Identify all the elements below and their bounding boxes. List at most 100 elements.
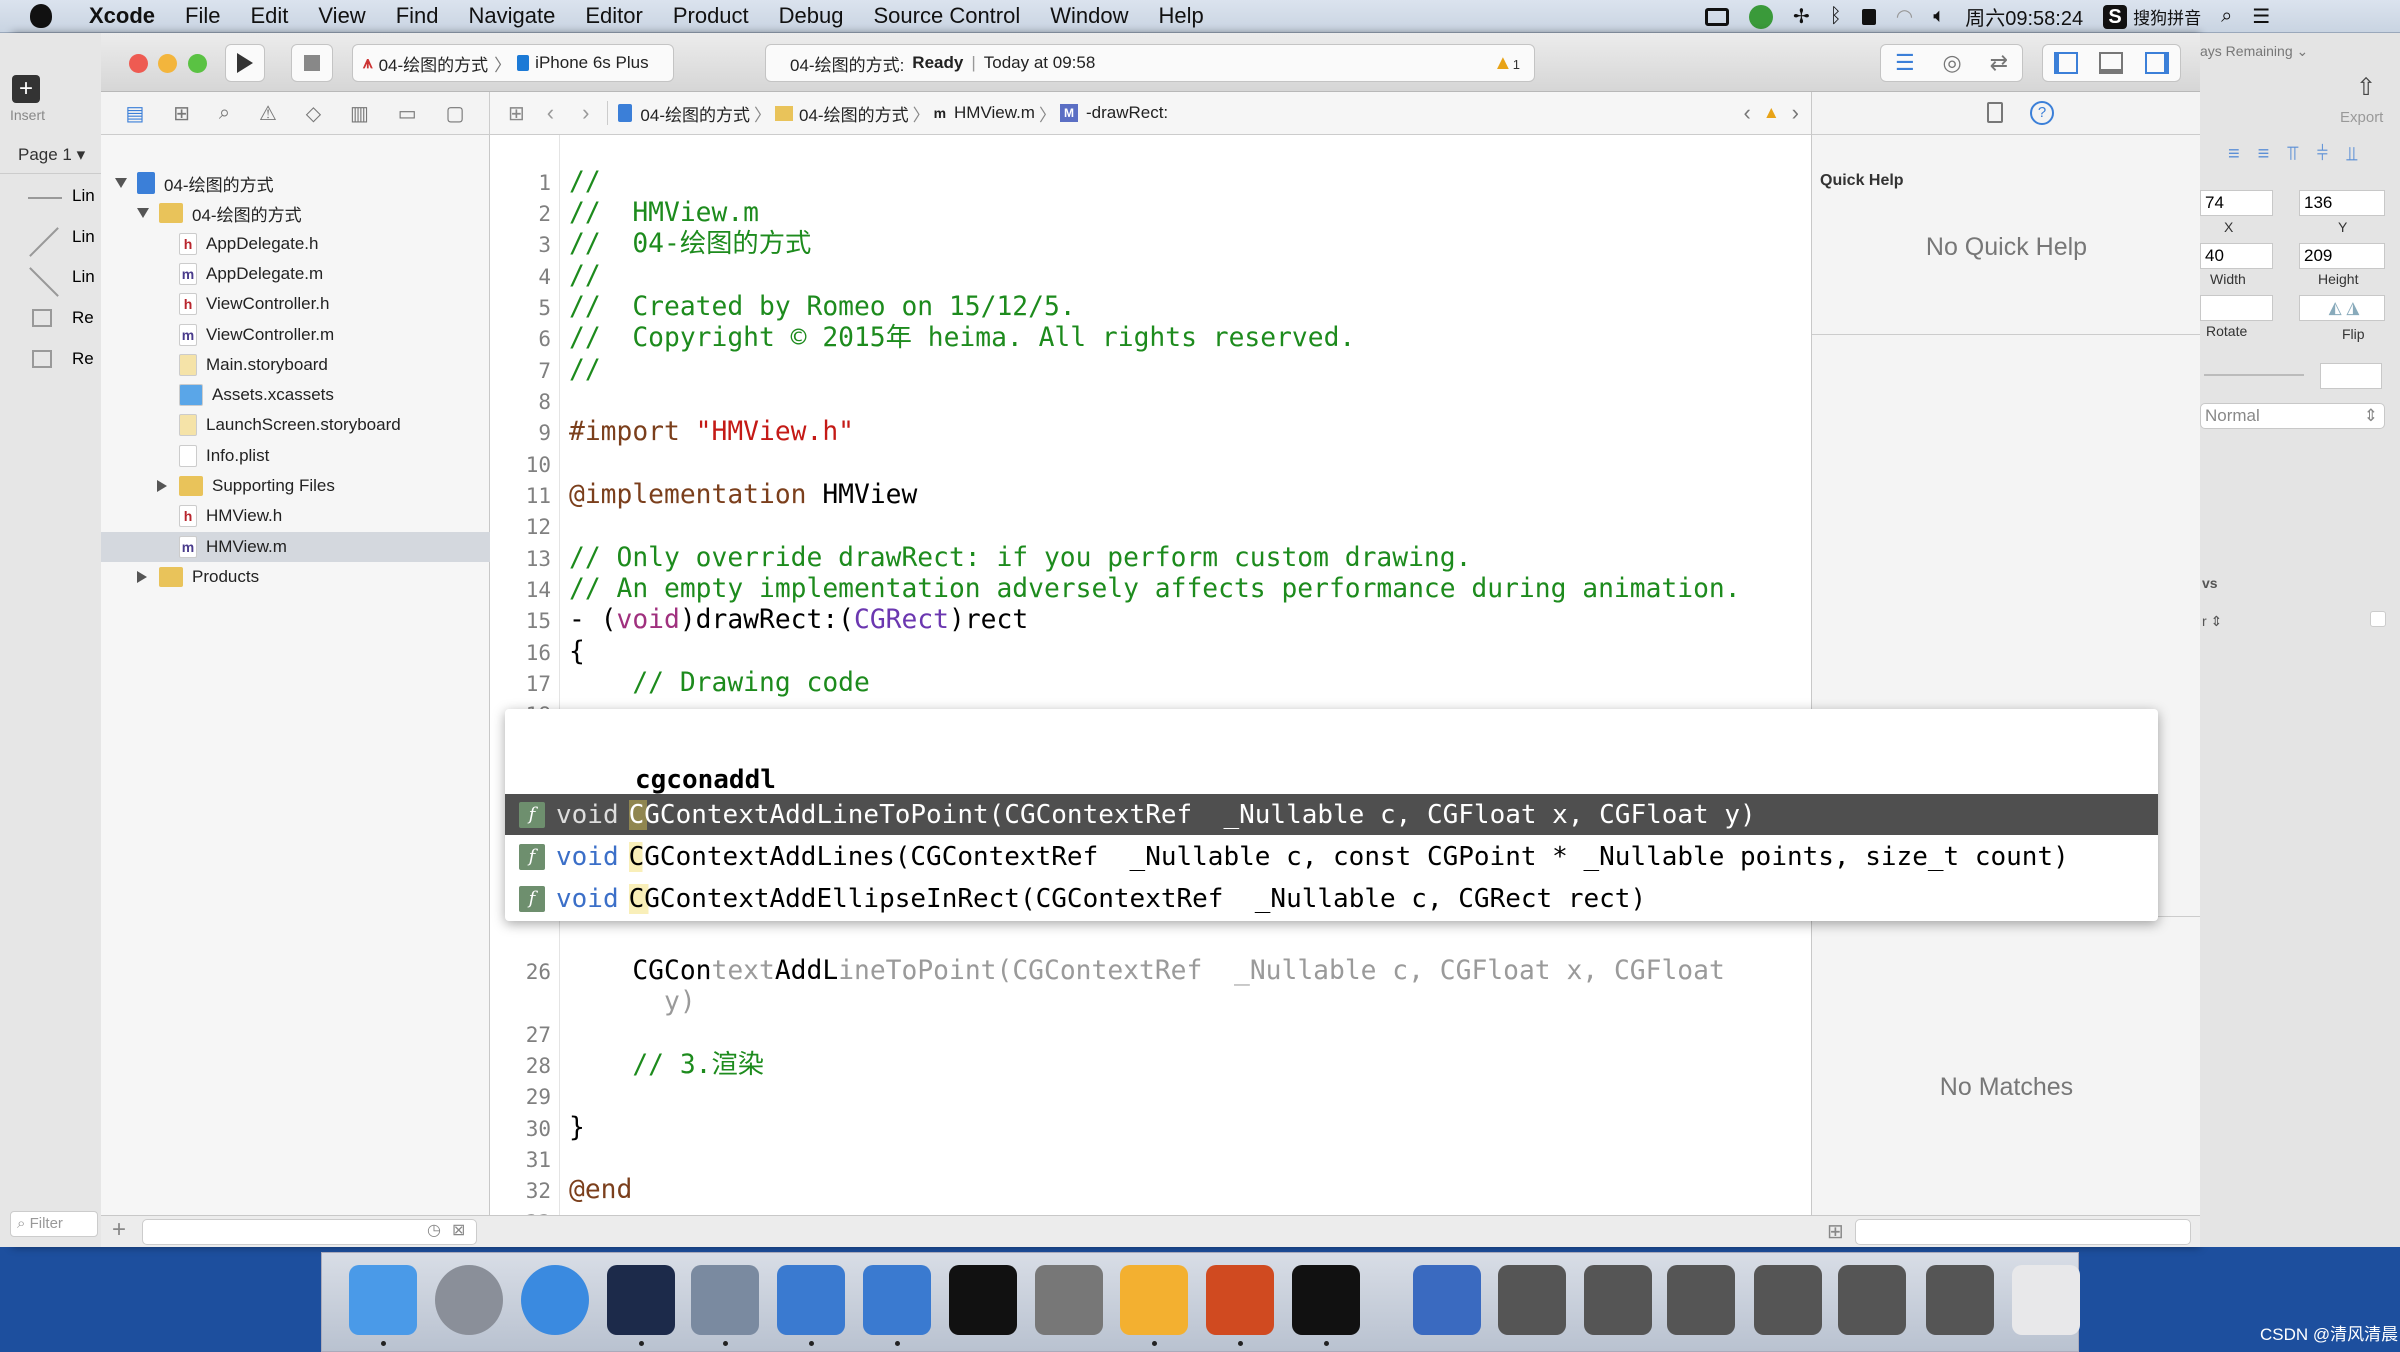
- finder-icon[interactable]: [349, 1265, 417, 1335]
- debug-area-toggle-icon[interactable]: [2099, 52, 2124, 74]
- navigator-item[interactable]: 04-绘图的方式: [101, 198, 490, 228]
- trash-icon[interactable]: [2012, 1265, 2080, 1335]
- display-3-icon[interactable]: [1667, 1265, 1735, 1335]
- report-navigator-icon[interactable]: ▢: [446, 101, 465, 126]
- y-field[interactable]: 136: [2299, 190, 2385, 216]
- blend-mode-select[interactable]: Normal ⇕: [2200, 403, 2385, 429]
- menu-navigate[interactable]: Navigate: [454, 3, 571, 29]
- library-item[interactable]: Lin: [72, 267, 95, 287]
- device-name[interactable]: iPhone 6s Plus: [535, 53, 648, 73]
- utilities-toggle-icon[interactable]: [2145, 52, 2170, 74]
- file-inspector-icon[interactable]: [1987, 102, 2003, 123]
- line-tool-icon[interactable]: [29, 267, 59, 297]
- height-field[interactable]: 209: [2299, 243, 2385, 269]
- quick-help-icon[interactable]: ?: [2030, 101, 2054, 125]
- export-label[interactable]: Export: [2340, 109, 2383, 126]
- zoom-button[interactable]: [188, 54, 207, 73]
- navigator-item[interactable]: m HMView.m: [101, 531, 490, 562]
- library-item[interactable]: Lin: [72, 227, 95, 247]
- disclosure-open-icon[interactable]: [115, 178, 127, 188]
- menu-source-control[interactable]: Source Control: [859, 3, 1036, 29]
- export-icon[interactable]: ⇧: [2356, 73, 2376, 102]
- scheme-selector[interactable]: ⩚ 04-绘图的方式 〉 iPhone 6s Plus: [352, 44, 674, 82]
- menu-window[interactable]: Window: [1035, 3, 1143, 29]
- display-2-icon[interactable]: [1584, 1265, 1652, 1335]
- library-filter-field[interactable]: ⌕ Filter: [10, 1211, 98, 1237]
- display-6-icon[interactable]: [1926, 1265, 1994, 1335]
- version-editor-icon[interactable]: ⇄: [1990, 50, 2008, 76]
- disclosure-open-icon[interactable]: [137, 208, 149, 219]
- line-tool-icon[interactable]: [29, 227, 59, 257]
- navigator-item[interactable]: h HMView.h: [101, 501, 490, 531]
- breadcrumb-method[interactable]: -drawRect:: [1086, 103, 1168, 123]
- breadcrumb-file[interactable]: HMView.m: [954, 103, 1035, 123]
- powerpoint-icon[interactable]: [1206, 1265, 1274, 1335]
- opacity-slider[interactable]: [2204, 374, 2304, 376]
- menu-file[interactable]: File: [170, 3, 235, 29]
- wifi-icon[interactable]: ◠: [1896, 4, 1913, 29]
- lock-icon[interactable]: [1861, 8, 1876, 25]
- video-editor-icon[interactable]: [691, 1265, 759, 1335]
- menu-view[interactable]: View: [303, 3, 380, 29]
- assistant-editor-icon[interactable]: ◎: [1943, 50, 1962, 76]
- test-navigator-icon[interactable]: ◇: [306, 101, 321, 126]
- quicktime-icon[interactable]: [1413, 1265, 1481, 1335]
- stop-button[interactable]: [291, 44, 333, 82]
- mouse-icon[interactable]: [607, 1265, 675, 1335]
- source-editor[interactable]: 1234567891011121314151617182627282930313…: [490, 135, 1811, 1235]
- clock[interactable]: 周六09:58:24: [1965, 2, 2083, 31]
- run-button[interactable]: [225, 44, 265, 82]
- navigator-item[interactable]: 04-绘图的方式: [101, 168, 490, 198]
- console-icon[interactable]: [1292, 1265, 1360, 1335]
- navigator-item[interactable]: Supporting Files: [101, 471, 490, 501]
- simulator-icon[interactable]: [863, 1265, 931, 1335]
- close-button[interactable]: [129, 54, 148, 73]
- rectangle-tool-icon[interactable]: [32, 350, 52, 368]
- safari-icon[interactable]: [521, 1265, 589, 1335]
- line-tool-icon[interactable]: [28, 197, 62, 199]
- sogou-icon[interactable]: S: [2103, 4, 2128, 29]
- navigator-item[interactable]: m AppDelegate.m: [101, 259, 490, 289]
- next-issue-button[interactable]: ›: [1792, 100, 1799, 126]
- navigator-item[interactable]: m ViewController.m: [101, 320, 490, 350]
- navigator-item[interactable]: LaunchScreen.storyboard: [101, 410, 490, 440]
- navigator-item[interactable]: Info.plist: [101, 441, 490, 471]
- launchpad-icon[interactable]: [435, 1265, 503, 1335]
- rotate-field[interactable]: [2200, 295, 2273, 321]
- rectangle-tool-icon[interactable]: [32, 309, 52, 327]
- related-items-icon[interactable]: ⊞: [508, 101, 525, 126]
- breadcrumb-project[interactable]: 04-绘图的方式: [640, 101, 750, 126]
- navigator-item[interactable]: Main.storyboard: [101, 350, 490, 380]
- x-field[interactable]: 74: [2200, 190, 2273, 216]
- recent-files-icon[interactable]: ◷: [427, 1220, 441, 1240]
- page-selector[interactable]: Page 1 ▾: [18, 145, 85, 165]
- display-4-icon[interactable]: [1754, 1265, 1822, 1335]
- issue-navigator-icon[interactable]: ⚠: [259, 101, 277, 126]
- menu-xcode[interactable]: Xcode: [74, 3, 170, 29]
- insert-button[interactable]: +: [12, 75, 40, 103]
- completion-item[interactable]: f void CGContextAddEllipseInRect (CGContext…: [505, 878, 2158, 919]
- back-button[interactable]: ‹: [547, 100, 554, 126]
- notification-center-icon[interactable]: ☰: [2252, 4, 2270, 29]
- align-icons[interactable]: ≡≡⫪⫩⫫: [2228, 143, 2375, 166]
- add-file-button[interactable]: +: [112, 1216, 126, 1244]
- previous-issue-button[interactable]: ‹: [1744, 100, 1751, 126]
- find-navigator-icon[interactable]: ⌕: [219, 102, 230, 125]
- navigator-item[interactable]: h ViewController.h: [101, 289, 490, 319]
- apple-icon[interactable]: [30, 4, 52, 28]
- library-item[interactable]: Lin: [72, 186, 95, 206]
- trial-label[interactable]: ays Remaining ⌄: [2200, 43, 2308, 60]
- flip-buttons[interactable]: ◭ ◮: [2299, 295, 2385, 321]
- navigator-item[interactable]: Products: [101, 562, 490, 592]
- breadcrumb-group[interactable]: 04-绘图的方式: [799, 101, 909, 126]
- menu-find[interactable]: Find: [381, 3, 454, 29]
- width-field[interactable]: 40: [2200, 243, 2273, 269]
- completion-item[interactable]: f void CGContextAddLineToPoint (CGContextRe…: [505, 794, 2158, 835]
- library-filter-field[interactable]: [1855, 1219, 2191, 1245]
- menu-editor[interactable]: Editor: [570, 3, 657, 29]
- warning-indicator[interactable]: ▲1: [1493, 52, 1520, 75]
- scm-filter-icon[interactable]: ⊠: [452, 1220, 465, 1240]
- option-checkbox[interactable]: [2370, 611, 2386, 627]
- fan-icon[interactable]: ✢: [1793, 4, 1810, 29]
- option-select[interactable]: r ⇕: [2202, 613, 2222, 630]
